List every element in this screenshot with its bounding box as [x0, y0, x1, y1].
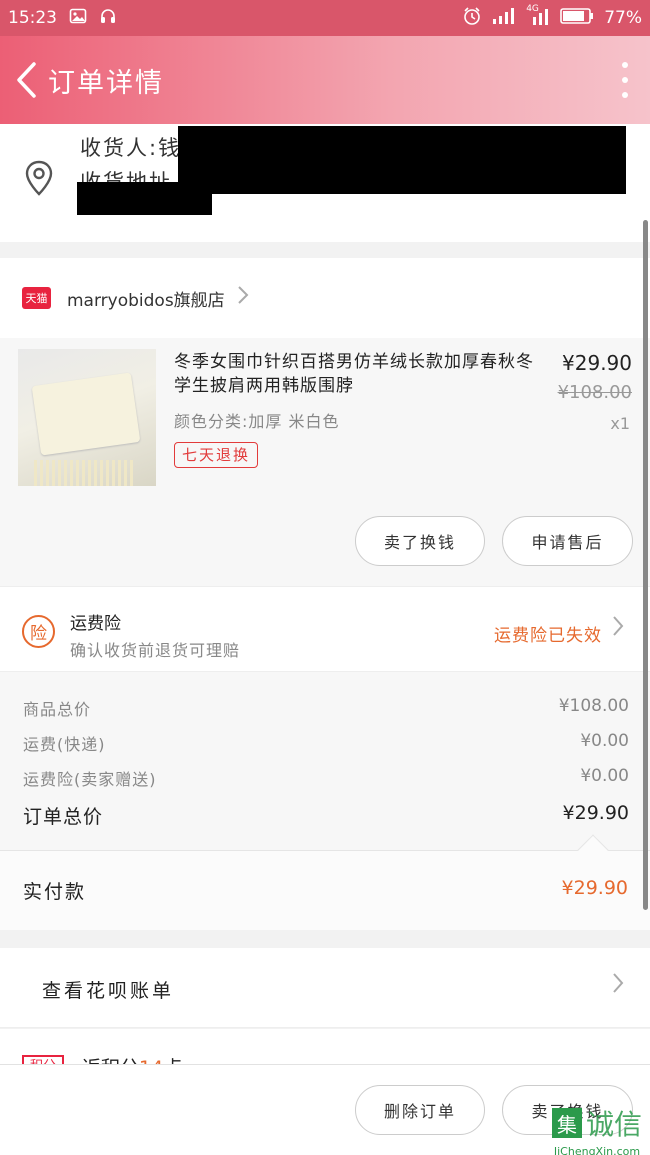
chevron-right-icon [612, 615, 624, 643]
nav-bar: 订单详情 [0, 36, 650, 124]
battery-level: 77% [604, 8, 642, 28]
chevron-right-icon [237, 285, 249, 311]
watermark-text: 诚信 [585, 1108, 642, 1141]
scarf-shape [31, 372, 141, 456]
paid-amount-row: 实付款 ¥29.90 [0, 834, 650, 930]
address-card[interactable]: 收货人:钱 收货地址 0 [0, 124, 650, 242]
status-time: 15:23 [8, 8, 57, 28]
product-price: ¥29.90 [562, 351, 632, 375]
watermark-char: 集 [551, 1108, 582, 1138]
shop-card: 天猫 marryobidos旗舰店 冬季女围巾针织百搭男仿羊绒长款加厚春秋冬学生… [0, 258, 650, 586]
product-sku: 颜色分类:加厚 米白色 [174, 412, 340, 431]
chevron-left-icon [17, 62, 36, 98]
return-policy-badge: 七天退换 [174, 442, 259, 468]
scarf-fringe [34, 460, 134, 486]
insurance-subtitle: 确认收货前退货可理赔 [70, 641, 241, 660]
redaction-block [178, 126, 626, 194]
insurance-icon: 险 [22, 615, 55, 648]
huabei-bill-row[interactable]: 查看花呗账单 [0, 948, 650, 1028]
tmall-icon: 天猫 [22, 287, 51, 309]
watermark-url: JiChengXin.com [553, 1145, 641, 1155]
huabei-bill-label: 查看花呗账单 [42, 980, 175, 1002]
more-menu-button[interactable] [600, 36, 650, 124]
alarm-icon [462, 6, 482, 31]
signal-4g-icon: 4G [526, 4, 550, 29]
paid-value: ¥29.90 [561, 877, 628, 899]
battery-icon [560, 7, 594, 30]
summary-value: ¥108.00 [558, 696, 629, 716]
product-title: 冬季女围巾针织百搭男仿羊绒长款加厚春秋冬学生披肩两用韩版围脖 [174, 352, 534, 396]
insurance-title: 运费险 [70, 614, 121, 634]
receiver-label: 收货人:钱 [80, 136, 182, 160]
product-original-price: ¥108.00 [557, 382, 632, 403]
points-row: 积分 返积分14点 [0, 1029, 650, 1065]
order-total-label: 订单总价 [23, 806, 104, 828]
after-sale-button[interactable]: 申请售后 [502, 516, 633, 566]
shop-header[interactable]: 天猫 marryobidos旗舰店 [0, 258, 650, 338]
more-dot-icon [622, 77, 628, 83]
chevron-right-icon [612, 972, 624, 1000]
order-total-row: 订单总价 ¥29.90 [23, 802, 629, 829]
product-quantity: x1 [610, 414, 630, 433]
page-title: 订单详情 [48, 67, 164, 99]
summary-value: ¥0.00 [580, 731, 629, 751]
image-icon [69, 7, 87, 30]
location-pin-icon [25, 160, 53, 196]
summary-value: ¥0.00 [580, 766, 629, 786]
order-item[interactable]: 冬季女围巾针织百搭男仿羊绒长款加厚春秋冬学生披肩两用韩版围脖 ¥29.90 ¥1… [0, 338, 650, 586]
summary-row: 运费(快递) ¥0.00 [23, 731, 629, 755]
shipping-insurance-row[interactable]: 险 运费险 确认收货前退货可理赔 运费险已失效 [0, 586, 650, 672]
back-button[interactable] [4, 36, 48, 124]
redaction-block [77, 182, 212, 215]
delete-order-button[interactable]: 删除订单 [355, 1085, 485, 1135]
price-summary: 商品总价 ¥108.00 运费(快递) ¥0.00 运费险(卖家赠送) ¥0.0… [0, 672, 650, 850]
paid-label: 实付款 [23, 881, 87, 903]
shop-name: marryobidos旗舰店 [67, 290, 225, 311]
order-total-value: ¥29.90 [562, 802, 629, 824]
headset-icon [99, 7, 117, 30]
product-image[interactable] [18, 349, 156, 486]
summary-label: 运费险(卖家赠送) [23, 770, 157, 789]
signal-icon [492, 7, 516, 30]
network-type: 4G [526, 3, 539, 14]
summary-row: 运费险(卖家赠送) ¥0.00 [23, 766, 629, 790]
watermark-logo: 集 诚信 JiChengXin.com [551, 1103, 642, 1155]
summary-row: 商品总价 ¥108.00 [23, 696, 629, 720]
summary-label: 运费(快递) [23, 735, 106, 754]
bottom-action-bar: 删除订单 卖了换钱 集 诚信 JiChengXin.com [0, 1064, 650, 1155]
summary-label: 商品总价 [23, 700, 92, 719]
insurance-status: 运费险已失效 [494, 626, 602, 646]
more-dot-icon [622, 92, 628, 98]
sell-for-cash-button[interactable]: 卖了换钱 [355, 516, 485, 566]
status-bar: 15:23 4G 77% [0, 0, 650, 36]
scrollbar[interactable] [643, 220, 648, 910]
more-dot-icon [622, 62, 628, 68]
